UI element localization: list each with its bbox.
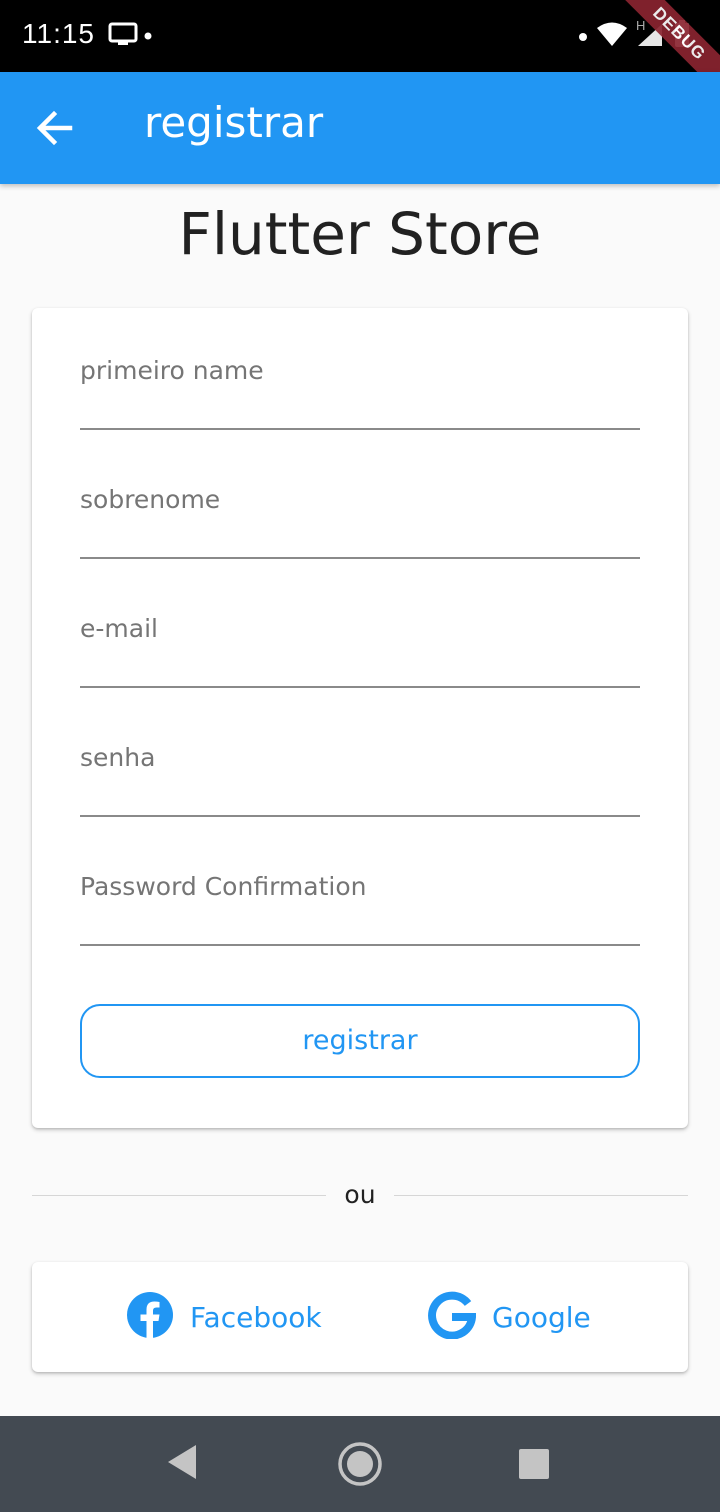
first-name-label: primeiro name xyxy=(80,356,264,385)
google-label: Google xyxy=(492,1300,591,1334)
google-icon xyxy=(428,1291,477,1343)
network-type-label: H xyxy=(636,20,645,33)
cast-icon xyxy=(108,22,152,52)
registration-form-card: primeiro name sobrenome e-mail senha Pas… xyxy=(32,308,688,1128)
square-recents-icon xyxy=(518,1449,550,1484)
last-name-label: sobrenome xyxy=(80,485,221,514)
or-text: ou xyxy=(344,1180,376,1209)
nav-recents-button[interactable] xyxy=(518,1448,550,1484)
triangle-back-icon xyxy=(166,1445,198,1486)
status-time: 11:15 xyxy=(22,18,95,49)
password-confirmation-field[interactable]: Password Confirmation xyxy=(80,824,640,946)
arrow-back-icon xyxy=(32,110,78,152)
password-label: senha xyxy=(80,743,156,772)
nav-back-button[interactable] xyxy=(166,1442,198,1486)
social-login-card: Facebook Google xyxy=(32,1262,688,1372)
or-divider: ou xyxy=(32,1176,688,1216)
last-name-field[interactable]: sobrenome xyxy=(80,437,640,559)
notification-dot-icon xyxy=(578,27,588,46)
register-button[interactable]: registrar xyxy=(80,1004,640,1078)
password-confirmation-label: Password Confirmation xyxy=(80,872,367,901)
first-name-field[interactable]: primeiro name xyxy=(80,308,640,430)
app-bar: registrar xyxy=(0,72,720,184)
nav-home-button[interactable] xyxy=(336,1440,384,1492)
email-label: e-mail xyxy=(80,614,158,643)
status-bar: 11:15 H DEBUG xyxy=(0,0,720,97)
system-navigation-bar xyxy=(0,1416,720,1512)
facebook-icon xyxy=(126,1291,174,1343)
circle-home-icon xyxy=(336,1442,384,1492)
email-field[interactable]: e-mail xyxy=(80,566,640,688)
facebook-login-button[interactable]: Facebook xyxy=(126,1292,322,1342)
wifi-icon xyxy=(596,21,628,51)
facebook-label: Facebook xyxy=(190,1300,322,1334)
back-button[interactable] xyxy=(32,108,78,148)
google-login-button[interactable]: Google xyxy=(428,1291,591,1343)
password-field[interactable]: senha xyxy=(80,695,640,817)
page-title: Flutter Store xyxy=(178,200,542,268)
app-bar-title: registrar xyxy=(144,98,324,147)
